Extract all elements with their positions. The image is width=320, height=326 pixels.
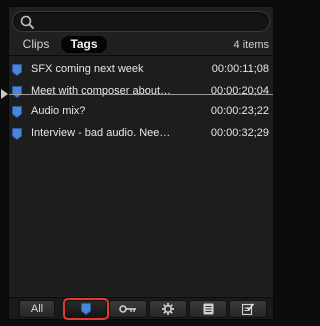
tab-clips[interactable]: Clips <box>15 36 57 53</box>
search-field[interactable] <box>12 11 270 32</box>
list-item[interactable]: Interview - bad audio. Nee… 00:00:32;29 <box>9 124 273 144</box>
list-item[interactable]: Meet with composer about… 00:00:20;04 <box>9 82 273 102</box>
tag-list: SFX coming next week 00:00:11;08 Meet wi… <box>1 56 273 296</box>
tab-tags[interactable]: Tags <box>61 36 107 53</box>
todo-filter-button[interactable] <box>229 300 267 318</box>
tag-name: Meet with composer about… <box>31 85 172 97</box>
tags-panel: Clips Tags 4 items SFX coming next week … <box>1 6 274 320</box>
list-item[interactable]: Audio mix? 00:00:23;22 <box>9 102 273 122</box>
playhead-line <box>9 94 273 95</box>
tag-name: Audio mix? <box>31 105 86 117</box>
tag-timecode: 00:00:23;22 <box>210 105 269 117</box>
item-count: 4 items <box>233 39 269 51</box>
keyword-icon <box>119 305 136 313</box>
gear-icon <box>162 303 174 315</box>
tag-timecode: 00:00:32;29 <box>210 127 269 139</box>
marker-icon <box>12 86 22 98</box>
notes-filter-button[interactable] <box>189 300 227 318</box>
marker-icon <box>12 64 22 76</box>
tag-name: SFX coming next week <box>31 63 144 75</box>
all-button[interactable]: All <box>19 300 55 318</box>
filter-toolbar: All <box>9 297 273 320</box>
search-input[interactable] <box>37 14 263 29</box>
tag-name: Interview - bad audio. Nee… <box>31 127 171 139</box>
tag-timecode: 00:00:20;04 <box>210 85 269 97</box>
todo-icon <box>242 303 254 315</box>
marker-icon <box>12 106 22 118</box>
all-button-label: All <box>30 303 44 315</box>
list-item[interactable]: SFX coming next week 00:00:11;08 <box>9 60 273 80</box>
notes-icon <box>203 303 213 315</box>
marker-icon <box>12 128 22 140</box>
tag-timecode: 00:00:11;08 <box>211 63 269 75</box>
markers-icon <box>81 303 91 315</box>
search-icon <box>20 15 34 29</box>
markers-filter-button[interactable] <box>63 298 109 320</box>
playhead-indicator-icon <box>1 89 8 99</box>
analysis-filter-button[interactable] <box>149 300 187 318</box>
view-tabs: Clips Tags 4 items <box>9 33 273 55</box>
keywords-filter-button[interactable] <box>109 300 147 318</box>
